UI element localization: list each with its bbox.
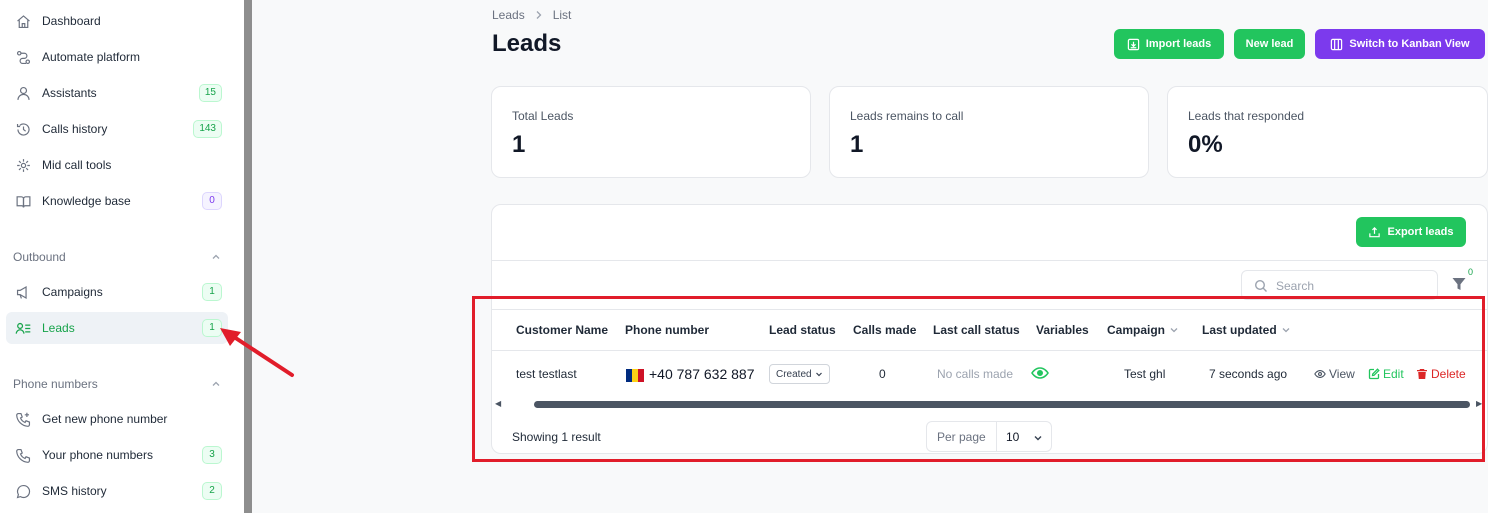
sidebar-item-label: Assistants bbox=[42, 86, 97, 100]
sidebar-item-label: Automate platform bbox=[42, 50, 141, 64]
breadcrumb: Leads List bbox=[492, 8, 571, 22]
sidebar-item-dashboard[interactable]: Dashboard bbox=[6, 5, 228, 37]
import-icon bbox=[1127, 38, 1140, 50]
sidebar-item-get-new-phone-number[interactable]: Get new phone number bbox=[6, 403, 228, 435]
sidebar-resize-handle[interactable] bbox=[244, 0, 252, 513]
stat-card-leads-remaining: Leads remains to call 1 bbox=[829, 86, 1149, 178]
stat-value: 1 bbox=[512, 131, 526, 158]
sidebar-item-label: SMS history bbox=[42, 484, 107, 498]
sidebar-item-label: Mid call tools bbox=[42, 158, 112, 172]
sidebar-item-label: Dashboard bbox=[42, 14, 101, 28]
count-badge: 3 bbox=[202, 446, 222, 464]
tools-icon bbox=[14, 156, 32, 174]
phone-plus-icon bbox=[14, 410, 32, 428]
workflow-icon bbox=[14, 48, 32, 66]
chevron-up-icon bbox=[212, 254, 220, 259]
sidebar-item-label: Get new phone number bbox=[42, 412, 168, 426]
megaphone-icon bbox=[14, 283, 32, 301]
import-leads-button[interactable]: Import leads bbox=[1114, 29, 1224, 59]
import-leads-label: Import leads bbox=[1145, 38, 1212, 50]
switch-to-kanban-button[interactable]: Switch to Kanban View bbox=[1315, 29, 1485, 59]
sidebar-item-your-phone-numbers[interactable]: Your phone numbers 3 bbox=[6, 439, 228, 471]
sidebar-item-mid-call-tools[interactable]: Mid call tools bbox=[6, 149, 228, 181]
filter-icon[interactable] bbox=[1451, 276, 1467, 292]
sidebar-item-sms-history[interactable]: SMS history 2 bbox=[6, 475, 228, 507]
app-root: Dashboard Automate platform Assistants 1… bbox=[0, 0, 1488, 513]
user-icon bbox=[14, 84, 32, 102]
export-leads-label: Export leads bbox=[1387, 226, 1454, 238]
breadcrumb-current: List bbox=[552, 8, 572, 22]
stat-label: Leads that responded bbox=[1188, 109, 1305, 123]
stat-value: 1 bbox=[850, 131, 864, 158]
count-badge: 15 bbox=[198, 84, 222, 102]
section-title: Outbound bbox=[13, 250, 66, 264]
stat-label: Total Leads bbox=[512, 109, 574, 123]
sidebar-item-automate-platform[interactable]: Automate platform bbox=[6, 41, 228, 73]
sidebar-item-label: Knowledge base bbox=[42, 194, 131, 208]
stat-card-total-leads: Total Leads 1 bbox=[491, 86, 811, 178]
sidebar-item-label: Leads bbox=[42, 321, 75, 335]
sidebar-item-campaigns[interactable]: Campaigns 1 bbox=[6, 276, 228, 308]
stat-label: Leads remains to call bbox=[850, 109, 964, 123]
new-lead-label: New lead bbox=[1245, 38, 1294, 50]
divider bbox=[491, 260, 1488, 261]
count-badge: 0 bbox=[202, 192, 222, 210]
filter-count-badge: 0 bbox=[1468, 267, 1474, 277]
sidebar-item-leads[interactable]: Leads 1 bbox=[6, 312, 228, 344]
sidebar: Dashboard Automate platform Assistants 1… bbox=[0, 0, 244, 513]
search-icon bbox=[1254, 279, 1267, 292]
section-phone-numbers-header[interactable]: Phone numbers bbox=[13, 377, 225, 397]
count-badge: 143 bbox=[193, 120, 222, 138]
stat-card-leads-responded: Leads that responded 0% bbox=[1167, 86, 1488, 178]
sidebar-item-calls-history[interactable]: Calls history 143 bbox=[6, 113, 228, 145]
export-icon bbox=[1369, 226, 1381, 237]
history-icon bbox=[14, 120, 32, 138]
count-badge: 2 bbox=[202, 482, 222, 500]
count-badge: 1 bbox=[202, 283, 222, 301]
chevron-right-icon bbox=[536, 11, 542, 19]
search-placeholder: Search bbox=[1276, 279, 1315, 293]
sidebar-item-knowledge-base[interactable]: Knowledge base 0 bbox=[6, 185, 228, 217]
switch-to-kanban-label: Switch to Kanban View bbox=[1349, 38, 1470, 50]
annotation-arrow-icon bbox=[220, 328, 294, 377]
section-title: Phone numbers bbox=[13, 377, 98, 391]
phone-grid-icon bbox=[14, 446, 32, 464]
new-lead-button[interactable]: New lead bbox=[1234, 29, 1305, 59]
stat-value: 0% bbox=[1188, 131, 1223, 158]
sidebar-item-label: Campaigns bbox=[42, 285, 103, 299]
sidebar-item-assistants[interactable]: Assistants 15 bbox=[6, 77, 228, 109]
leads-icon bbox=[14, 319, 32, 337]
annotation-highlight-box bbox=[472, 296, 1485, 462]
book-icon bbox=[14, 192, 32, 210]
home-icon bbox=[14, 12, 32, 30]
sidebar-item-label: Your phone numbers bbox=[42, 448, 153, 462]
kanban-icon bbox=[1331, 38, 1343, 50]
sidebar-item-label: Calls history bbox=[42, 122, 108, 136]
export-leads-button[interactable]: Export leads bbox=[1356, 217, 1466, 247]
breadcrumb-link-leads[interactable]: Leads bbox=[492, 8, 525, 22]
section-outbound-header[interactable]: Outbound bbox=[13, 250, 225, 270]
chat-icon bbox=[14, 482, 32, 500]
page-title: Leads bbox=[492, 30, 562, 57]
